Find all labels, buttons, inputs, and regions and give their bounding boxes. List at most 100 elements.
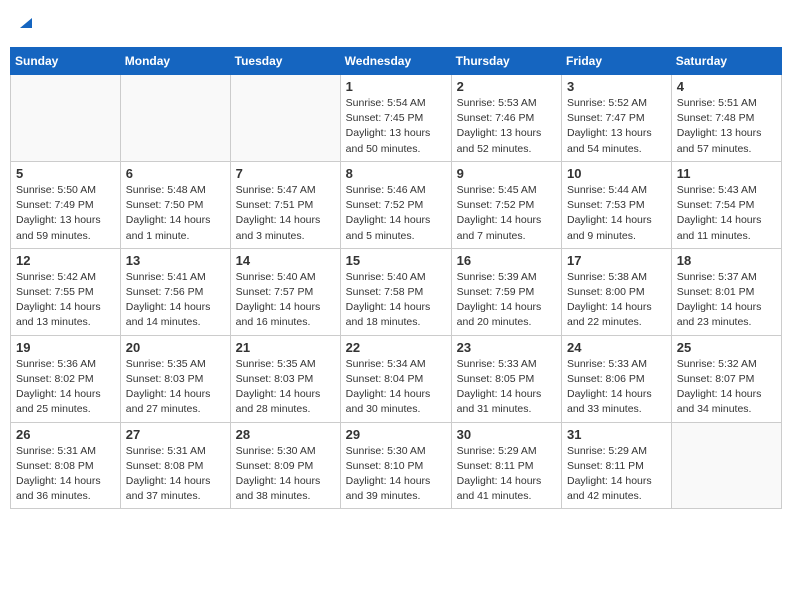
day-info: Sunrise: 5:34 AMSunset: 8:04 PMDaylight:…: [346, 357, 446, 418]
day-number: 10: [567, 166, 666, 181]
day-number: 9: [457, 166, 556, 181]
day-number: 6: [126, 166, 225, 181]
weekday-header-friday: Friday: [562, 48, 672, 75]
day-info: Sunrise: 5:39 AMSunset: 7:59 PMDaylight:…: [457, 270, 556, 331]
day-number: 4: [677, 79, 776, 94]
day-info: Sunrise: 5:43 AMSunset: 7:54 PMDaylight:…: [677, 183, 776, 244]
logo-triangle-icon: [18, 14, 34, 35]
calendar-cell: [230, 75, 340, 162]
logo: [16, 14, 34, 37]
calendar-cell: 9 Sunrise: 5:45 AMSunset: 7:52 PMDaylight…: [451, 161, 561, 248]
calendar-table: SundayMondayTuesdayWednesdayThursdayFrid…: [10, 47, 782, 509]
calendar-week-2: 5 Sunrise: 5:50 AMSunset: 7:49 PMDaylight…: [11, 161, 782, 248]
day-info: Sunrise: 5:52 AMSunset: 7:47 PMDaylight:…: [567, 96, 666, 157]
calendar-cell: 12 Sunrise: 5:42 AMSunset: 7:55 PMDayligh…: [11, 248, 121, 335]
day-info: Sunrise: 5:40 AMSunset: 7:57 PMDaylight:…: [236, 270, 335, 331]
calendar-cell: 25 Sunrise: 5:32 AMSunset: 8:07 PMDayligh…: [671, 335, 781, 422]
calendar-cell: 6 Sunrise: 5:48 AMSunset: 7:50 PMDaylight…: [120, 161, 230, 248]
calendar-cell: 22 Sunrise: 5:34 AMSunset: 8:04 PMDayligh…: [340, 335, 451, 422]
day-info: Sunrise: 5:29 AMSunset: 8:11 PMDaylight:…: [457, 444, 556, 505]
calendar-week-3: 12 Sunrise: 5:42 AMSunset: 7:55 PMDayligh…: [11, 248, 782, 335]
day-info: Sunrise: 5:50 AMSunset: 7:49 PMDaylight:…: [16, 183, 115, 244]
weekday-header-tuesday: Tuesday: [230, 48, 340, 75]
day-info: Sunrise: 5:30 AMSunset: 8:09 PMDaylight:…: [236, 444, 335, 505]
calendar-cell: 29 Sunrise: 5:30 AMSunset: 8:10 PMDayligh…: [340, 422, 451, 509]
day-number: 7: [236, 166, 335, 181]
calendar-cell: 7Sunrise: 5:47 AMSunset: 7:51 PMDaylight…: [230, 161, 340, 248]
calendar-cell: 8 Sunrise: 5:46 AMSunset: 7:52 PMDaylight…: [340, 161, 451, 248]
day-number: 19: [16, 340, 115, 355]
day-number: 18: [677, 253, 776, 268]
day-info: Sunrise: 5:31 AMSunset: 8:08 PMDaylight:…: [126, 444, 225, 505]
day-info: Sunrise: 5:35 AMSunset: 8:03 PMDaylight:…: [126, 357, 225, 418]
weekday-header-sunday: Sunday: [11, 48, 121, 75]
calendar-cell: 17 Sunrise: 5:38 AMSunset: 8:00 PMDayligh…: [562, 248, 672, 335]
calendar-cell: 18 Sunrise: 5:37 AMSunset: 8:01 PMDayligh…: [671, 248, 781, 335]
day-number: 17: [567, 253, 666, 268]
calendar-cell: 14 Sunrise: 5:40 AMSunset: 7:57 PMDayligh…: [230, 248, 340, 335]
day-number: 14: [236, 253, 335, 268]
day-info: Sunrise: 5:32 AMSunset: 8:07 PMDaylight:…: [677, 357, 776, 418]
day-number: 22: [346, 340, 446, 355]
day-info: Sunrise: 5:44 AMSunset: 7:53 PMDaylight:…: [567, 183, 666, 244]
day-info: Sunrise: 5:29 AMSunset: 8:11 PMDaylight:…: [567, 444, 666, 505]
day-info: Sunrise: 5:46 AMSunset: 7:52 PMDaylight:…: [346, 183, 446, 244]
calendar-cell: 31 Sunrise: 5:29 AMSunset: 8:11 PMDayligh…: [562, 422, 672, 509]
day-number: 29: [346, 427, 446, 442]
weekday-header-thursday: Thursday: [451, 48, 561, 75]
weekday-header-monday: Monday: [120, 48, 230, 75]
day-info: Sunrise: 5:33 AMSunset: 8:05 PMDaylight:…: [457, 357, 556, 418]
day-info: Sunrise: 5:48 AMSunset: 7:50 PMDaylight:…: [126, 183, 225, 244]
day-number: 30: [457, 427, 556, 442]
day-number: 11: [677, 166, 776, 181]
calendar-cell: [120, 75, 230, 162]
calendar-cell: [11, 75, 121, 162]
calendar-cell: 30 Sunrise: 5:29 AMSunset: 8:11 PMDayligh…: [451, 422, 561, 509]
day-info: Sunrise: 5:30 AMSunset: 8:10 PMDaylight:…: [346, 444, 446, 505]
day-number: 12: [16, 253, 115, 268]
calendar-cell: 28 Sunrise: 5:30 AMSunset: 8:09 PMDayligh…: [230, 422, 340, 509]
day-number: 23: [457, 340, 556, 355]
page-header: [10, 10, 782, 41]
day-info: Sunrise: 5:53 AMSunset: 7:46 PMDaylight:…: [457, 96, 556, 157]
day-number: 25: [677, 340, 776, 355]
weekday-header-saturday: Saturday: [671, 48, 781, 75]
day-info: Sunrise: 5:40 AMSunset: 7:58 PMDaylight:…: [346, 270, 446, 331]
calendar-cell: 1 Sunrise: 5:54 AMSunset: 7:45 PMDaylight…: [340, 75, 451, 162]
day-number: 24: [567, 340, 666, 355]
day-number: 31: [567, 427, 666, 442]
day-number: 28: [236, 427, 335, 442]
calendar-cell: 19Sunrise: 5:36 AMSunset: 8:02 PMDayligh…: [11, 335, 121, 422]
calendar-cell: 5 Sunrise: 5:50 AMSunset: 7:49 PMDaylight…: [11, 161, 121, 248]
day-number: 27: [126, 427, 225, 442]
calendar-cell: 20Sunrise: 5:35 AMSunset: 8:03 PMDayligh…: [120, 335, 230, 422]
day-number: 21: [236, 340, 335, 355]
calendar-cell: 11 Sunrise: 5:43 AMSunset: 7:54 PMDayligh…: [671, 161, 781, 248]
day-info: Sunrise: 5:51 AMSunset: 7:48 PMDaylight:…: [677, 96, 776, 157]
day-number: 3: [567, 79, 666, 94]
day-number: 26: [16, 427, 115, 442]
day-number: 13: [126, 253, 225, 268]
day-info: Sunrise: 5:37 AMSunset: 8:01 PMDaylight:…: [677, 270, 776, 331]
day-number: 16: [457, 253, 556, 268]
calendar-week-4: 19Sunrise: 5:36 AMSunset: 8:02 PMDayligh…: [11, 335, 782, 422]
calendar-cell: 27 Sunrise: 5:31 AMSunset: 8:08 PMDayligh…: [120, 422, 230, 509]
calendar-cell: 3 Sunrise: 5:52 AMSunset: 7:47 PMDaylight…: [562, 75, 672, 162]
day-number: 1: [346, 79, 446, 94]
calendar-cell: 4 Sunrise: 5:51 AMSunset: 7:48 PMDaylight…: [671, 75, 781, 162]
day-info: Sunrise: 5:35 AMSunset: 8:03 PMDaylight:…: [236, 357, 335, 418]
day-info: Sunrise: 5:33 AMSunset: 8:06 PMDaylight:…: [567, 357, 666, 418]
day-info: Sunrise: 5:42 AMSunset: 7:55 PMDaylight:…: [16, 270, 115, 331]
day-info: Sunrise: 5:38 AMSunset: 8:00 PMDaylight:…: [567, 270, 666, 331]
weekday-header-wednesday: Wednesday: [340, 48, 451, 75]
day-number: 5: [16, 166, 115, 181]
calendar-cell: [671, 422, 781, 509]
calendar-cell: 23 Sunrise: 5:33 AMSunset: 8:05 PMDayligh…: [451, 335, 561, 422]
calendar-week-1: 1 Sunrise: 5:54 AMSunset: 7:45 PMDaylight…: [11, 75, 782, 162]
day-info: Sunrise: 5:45 AMSunset: 7:52 PMDaylight:…: [457, 183, 556, 244]
calendar-cell: 15Sunrise: 5:40 AMSunset: 7:58 PMDayligh…: [340, 248, 451, 335]
day-number: 8: [346, 166, 446, 181]
day-info: Sunrise: 5:54 AMSunset: 7:45 PMDaylight:…: [346, 96, 446, 157]
calendar-cell: 21 Sunrise: 5:35 AMSunset: 8:03 PMDayligh…: [230, 335, 340, 422]
calendar-cell: 24 Sunrise: 5:33 AMSunset: 8:06 PMDayligh…: [562, 335, 672, 422]
